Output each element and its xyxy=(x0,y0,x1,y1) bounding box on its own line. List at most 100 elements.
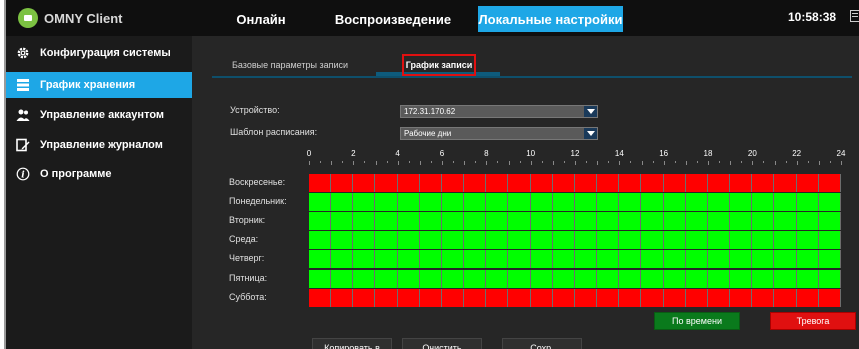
schedule-cell[interactable] xyxy=(309,250,332,269)
schedule-cell[interactable] xyxy=(442,174,465,192)
subtab-record-schedule[interactable]: График записи xyxy=(402,54,476,76)
schedule-cell[interactable] xyxy=(708,174,731,192)
chevron-down-icon[interactable] xyxy=(584,106,597,117)
schedule-cell[interactable] xyxy=(752,288,775,307)
schedule-cell[interactable] xyxy=(376,212,398,231)
schedule-cell[interactable] xyxy=(686,250,708,269)
alarm-mode-button[interactable]: Тревога xyxy=(770,312,856,330)
schedule-cell[interactable] xyxy=(619,269,642,288)
schedule-cell[interactable] xyxy=(797,212,819,231)
schedule-cell[interactable] xyxy=(353,193,376,212)
subtab-basic-record-params[interactable]: Базовые параметры записи xyxy=(232,56,348,74)
schedule-cell[interactable] xyxy=(531,193,553,212)
schedule-cell[interactable] xyxy=(553,193,575,212)
schedule-cell[interactable] xyxy=(597,288,620,307)
schedule-cell[interactable] xyxy=(486,269,509,288)
schedule-cell[interactable] xyxy=(797,288,819,307)
save-button[interactable]: Сохр. xyxy=(502,338,582,349)
schedule-cell[interactable] xyxy=(309,212,332,231)
schedule-cell[interactable] xyxy=(575,250,598,269)
schedule-cell[interactable] xyxy=(664,193,686,212)
schedule-cell[interactable] xyxy=(353,288,376,307)
schedule-cell[interactable] xyxy=(708,269,731,288)
schedule-cell[interactable] xyxy=(797,174,819,192)
schedule-cell[interactable] xyxy=(686,193,708,212)
window-menu-icon[interactable] xyxy=(850,10,859,22)
device-select[interactable]: 172.31.170.62 xyxy=(400,105,598,118)
schedule-cell[interactable] xyxy=(353,250,376,269)
schedule-cell[interactable] xyxy=(575,193,598,212)
schedule-cell[interactable] xyxy=(531,174,553,192)
schedule-cell[interactable] xyxy=(398,269,420,288)
schedule-cell[interactable] xyxy=(708,212,731,231)
schedule-cell[interactable] xyxy=(398,250,420,269)
schedule-cell[interactable] xyxy=(664,212,686,231)
schedule-cell[interactable] xyxy=(464,250,487,269)
schedule-cell[interactable] xyxy=(509,231,531,250)
schedule-cell[interactable] xyxy=(309,174,332,192)
schedule-cell[interactable] xyxy=(686,231,708,250)
schedule-cell[interactable] xyxy=(531,212,553,231)
chevron-down-icon[interactable] xyxy=(584,128,597,139)
schedule-cell[interactable] xyxy=(575,174,598,192)
schedule-cell[interactable] xyxy=(597,250,620,269)
schedule-cell[interactable] xyxy=(553,231,575,250)
schedule-cell[interactable] xyxy=(376,193,398,212)
schedule-cell[interactable] xyxy=(642,231,664,250)
schedule-cell[interactable] xyxy=(553,212,575,231)
schedule-cell[interactable] xyxy=(752,193,775,212)
schedule-cell[interactable] xyxy=(664,288,686,307)
schedule-cell[interactable] xyxy=(619,193,642,212)
schedule-cell[interactable] xyxy=(376,269,398,288)
template-select[interactable]: Рабочие дни xyxy=(400,127,598,140)
schedule-cell[interactable] xyxy=(398,174,420,192)
schedule-cell[interactable] xyxy=(664,269,686,288)
schedule-cell[interactable] xyxy=(376,288,398,307)
schedule-cell[interactable] xyxy=(353,212,376,231)
schedule-cell[interactable] xyxy=(819,250,841,269)
schedule-cell[interactable] xyxy=(619,288,642,307)
schedule-cell[interactable] xyxy=(775,288,797,307)
copy-to-button[interactable]: Копировать в xyxy=(312,338,392,349)
schedule-cell[interactable] xyxy=(752,174,775,192)
schedule-cell[interactable] xyxy=(664,250,686,269)
schedule-cell[interactable] xyxy=(752,269,775,288)
schedule-cell[interactable] xyxy=(797,269,819,288)
schedule-cell[interactable] xyxy=(442,288,465,307)
schedule-cell[interactable] xyxy=(775,231,797,250)
schedule-cell[interactable] xyxy=(575,288,598,307)
schedule-cell[interactable] xyxy=(442,212,465,231)
schedule-cell[interactable] xyxy=(708,288,731,307)
schedule-cell[interactable] xyxy=(752,212,775,231)
schedule-cell[interactable] xyxy=(331,250,354,269)
schedule-cell[interactable] xyxy=(464,231,487,250)
schedule-cell[interactable] xyxy=(597,212,620,231)
schedule-cell[interactable] xyxy=(509,288,531,307)
schedule-cell[interactable] xyxy=(464,288,487,307)
schedule-cell[interactable] xyxy=(730,212,753,231)
schedule-cell[interactable] xyxy=(509,269,531,288)
tab-playback[interactable]: Воспроизведение xyxy=(328,6,458,32)
schedule-cell[interactable] xyxy=(819,231,841,250)
schedule-cell[interactable] xyxy=(619,250,642,269)
schedule-cell[interactable] xyxy=(486,193,509,212)
schedule-cell[interactable] xyxy=(509,174,531,192)
clear-button[interactable]: Очистить xyxy=(402,338,482,349)
schedule-cell[interactable] xyxy=(420,288,442,307)
schedule-cell[interactable] xyxy=(442,231,465,250)
schedule-cell[interactable] xyxy=(775,193,797,212)
schedule-cell[interactable] xyxy=(797,193,819,212)
schedule-cell[interactable] xyxy=(797,250,819,269)
schedule-cell[interactable] xyxy=(442,193,465,212)
schedule-cell[interactable] xyxy=(730,288,753,307)
tab-online[interactable]: Онлайн xyxy=(216,6,306,32)
schedule-cell[interactable] xyxy=(486,250,509,269)
schedule-cell[interactable] xyxy=(775,174,797,192)
schedule-cell[interactable] xyxy=(420,250,442,269)
schedule-cell[interactable] xyxy=(464,269,487,288)
schedule-cell[interactable] xyxy=(775,269,797,288)
schedule-cell[interactable] xyxy=(509,250,531,269)
schedule-cell[interactable] xyxy=(708,193,731,212)
schedule-cell[interactable] xyxy=(686,269,708,288)
sidebar-item-account[interactable]: Управление аккаунтом xyxy=(6,102,192,128)
